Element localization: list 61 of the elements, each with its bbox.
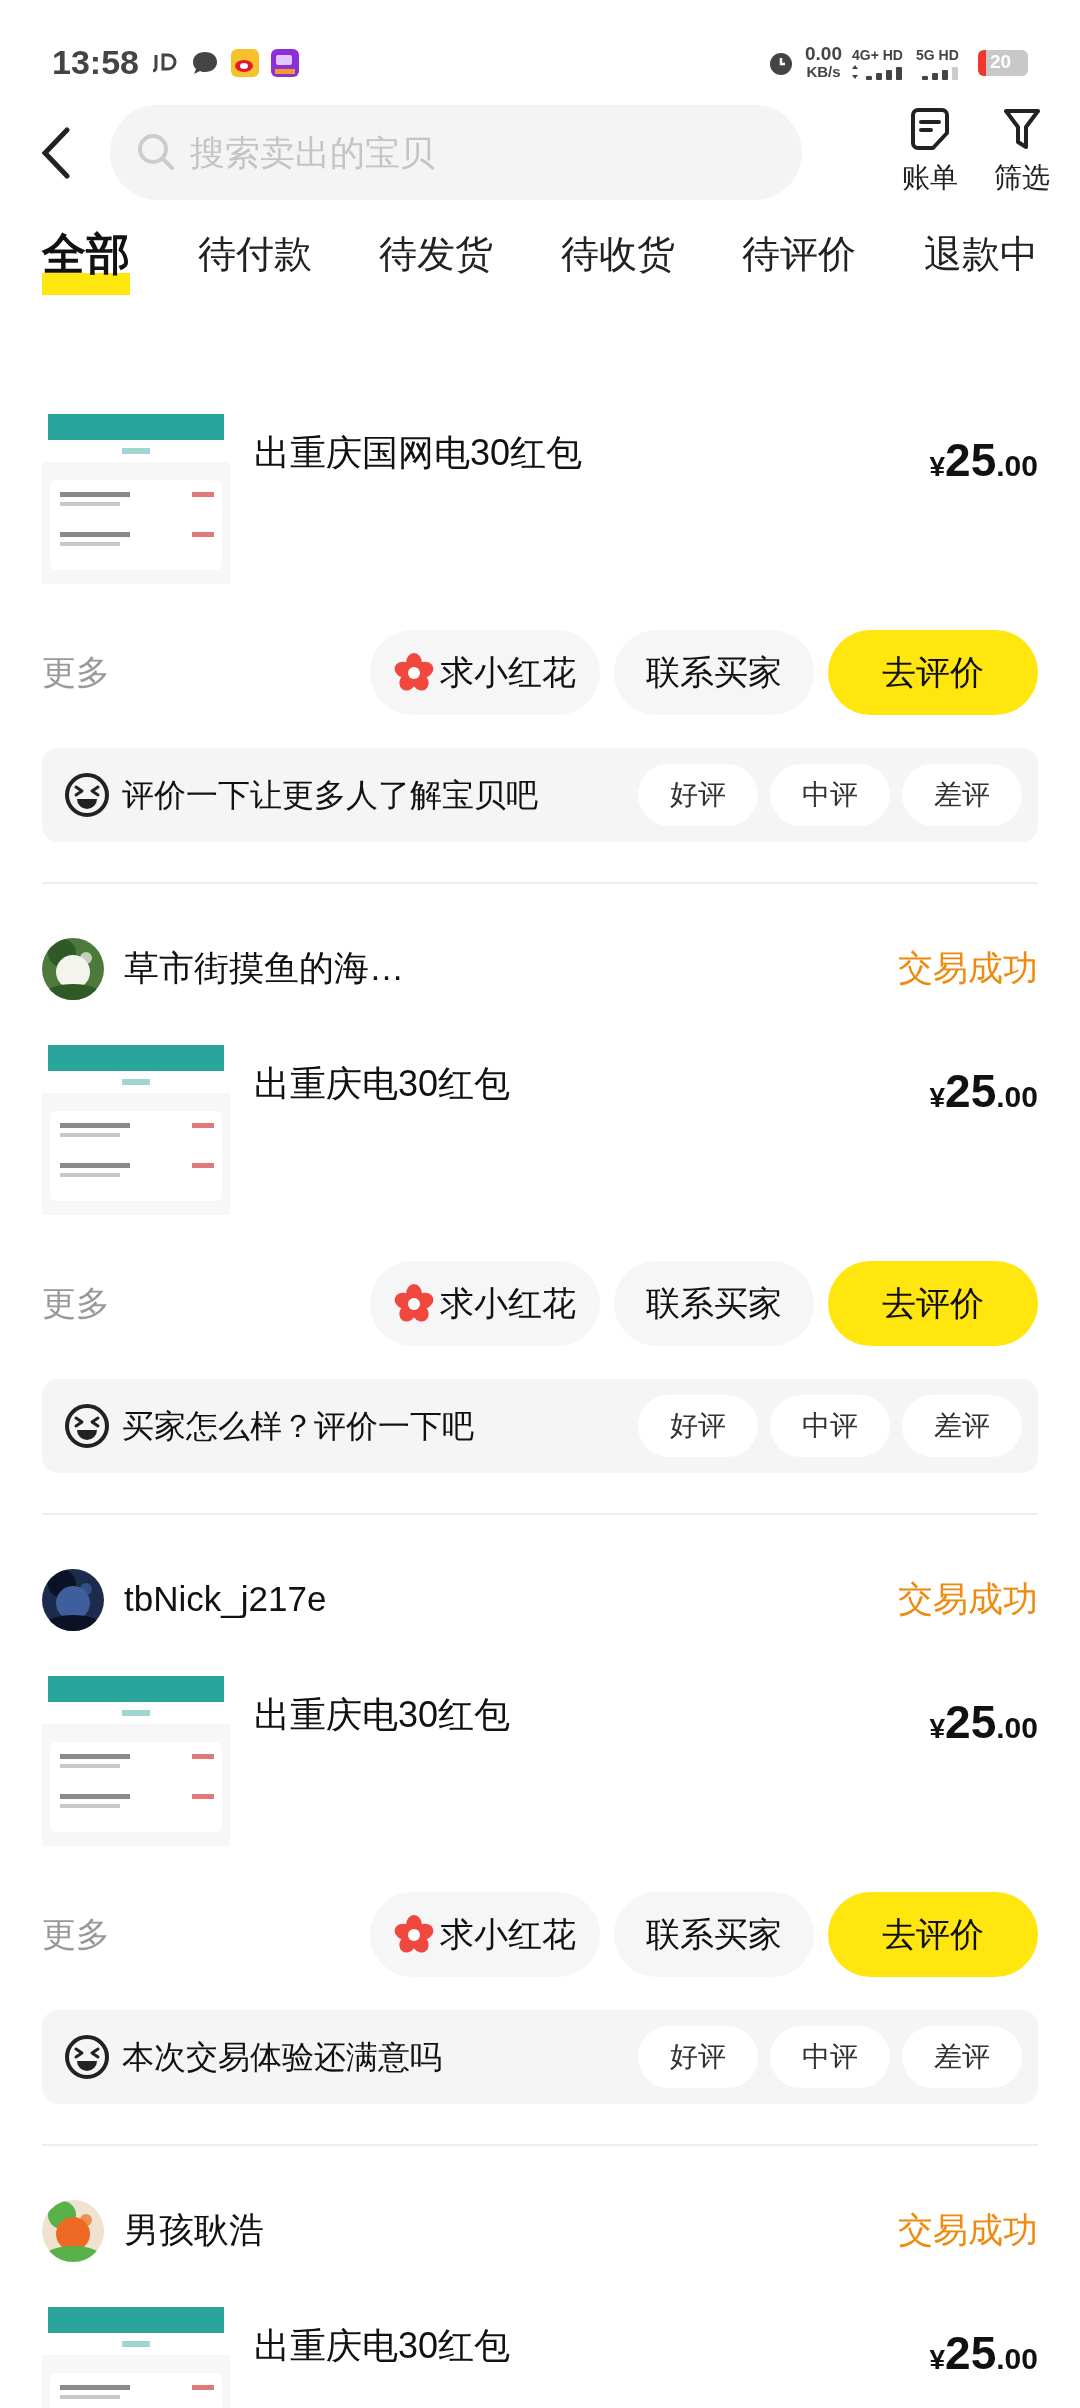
order-tab[interactable]: 待发货 <box>379 226 494 295</box>
flower-request-button[interactable]: 求小红花 <box>370 1261 600 1346</box>
flower-icon <box>394 1914 434 1955</box>
product-title[interactable]: 出重庆国网电30红包 <box>254 426 583 480</box>
order-status: 交易成功 <box>898 947 1038 990</box>
bill-button[interactable]: 账单 <box>902 106 958 199</box>
rating-chip[interactable]: 好评 <box>638 1395 758 1457</box>
rating-chip[interactable]: 中评 <box>770 2026 890 2088</box>
order-tab[interactable]: 退款中 <box>923 226 1038 295</box>
grinning-face-icon <box>64 2034 110 2080</box>
rating-chip[interactable]: 好评 <box>638 2026 758 2088</box>
price: ¥25.00 <box>929 433 1038 488</box>
product-title[interactable]: 出重庆电30红包 <box>254 2319 511 2373</box>
filter-button[interactable]: 筛选 <box>994 106 1050 199</box>
clock: 13:58 <box>52 42 139 83</box>
price: ¥25.00 <box>929 1064 1038 1119</box>
grinning-face-icon <box>64 772 110 818</box>
price: ¥25.00 <box>929 2326 1038 2381</box>
rating-chip[interactable]: 差评 <box>902 764 1022 826</box>
buyer-name: tbNick_j217e <box>124 1578 327 1621</box>
review-button[interactable]: 去评价 <box>828 1261 1038 1346</box>
filter-icon <box>1002 106 1042 151</box>
review-prompt: 本次交易体验还满意吗 <box>122 2038 442 2077</box>
review-button[interactable]: 去评价 <box>828 1892 1038 1977</box>
chat-bubble-icon <box>190 49 219 76</box>
flower-request-button[interactable]: 求小红花 <box>370 630 600 715</box>
product-title[interactable]: 出重庆电30红包 <box>254 1688 511 1742</box>
flower-request-button[interactable]: 求小红花 <box>370 1892 600 1977</box>
order-status: 交易成功 <box>898 2209 1038 2252</box>
app-logo-icon <box>152 52 179 73</box>
price: ¥25.00 <box>929 1695 1038 1750</box>
flower-icon <box>394 1283 434 1324</box>
search-icon <box>136 132 176 172</box>
product-title[interactable]: 出重庆电30红包 <box>254 1057 511 1111</box>
rating-chip[interactable]: 中评 <box>770 764 890 826</box>
order-tab[interactable]: 待收货 <box>560 226 675 295</box>
rating-chip[interactable]: 差评 <box>902 2026 1022 2088</box>
rating-chip[interactable]: 好评 <box>638 764 758 826</box>
contact-buyer-button[interactable]: 联系买家 <box>614 1892 814 1977</box>
buyer-name: 男孩耿浩 <box>124 2209 264 2252</box>
grinning-face-icon <box>64 1403 110 1449</box>
flower-icon <box>394 652 434 693</box>
order-status: 交易成功 <box>898 1578 1038 1621</box>
app-logo-icon <box>270 48 299 77</box>
receipt-icon <box>910 106 950 151</box>
review-prompt: 买家怎么样？评价一下吧 <box>122 1407 474 1446</box>
network-speed: 0.00 <box>805 44 842 63</box>
rating-chip[interactable]: 中评 <box>770 1395 890 1457</box>
network-type: 5G HD <box>916 45 959 64</box>
contact-buyer-button[interactable]: 联系买家 <box>614 1261 814 1346</box>
order-tab[interactable]: 待付款 <box>197 226 312 295</box>
app-logo-icon <box>230 48 259 77</box>
rating-chip[interactable]: 差评 <box>902 1395 1022 1457</box>
contact-buyer-button[interactable]: 联系买家 <box>614 630 814 715</box>
order-tab[interactable]: 待评价 <box>742 226 857 295</box>
review-prompt: 评价一下让更多人了解宝贝吧 <box>122 776 538 815</box>
network-type: 4G+ HD <box>852 45 903 64</box>
speed-unit: KB/s <box>806 62 841 81</box>
back-icon[interactable] <box>40 126 70 179</box>
review-button[interactable]: 去评价 <box>828 630 1038 715</box>
buyer-name: 草市街摸鱼的海… <box>124 947 404 990</box>
